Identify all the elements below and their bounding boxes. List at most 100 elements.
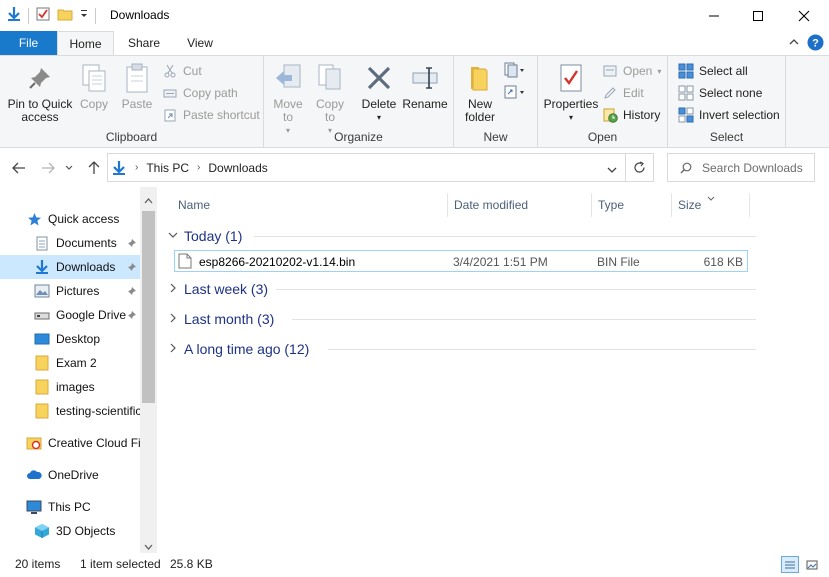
- column-header-type[interactable]: Type: [592, 193, 672, 217]
- sidebar-item-images[interactable]: images: [0, 375, 140, 399]
- copy-to-button[interactable]: Copy to ▾: [312, 62, 348, 137]
- forward-button[interactable]: [38, 158, 58, 178]
- group-header-long-time-ago[interactable]: A long time ago (12): [166, 337, 756, 361]
- up-arrow-icon: [88, 161, 100, 174]
- edit-button[interactable]: Edit: [602, 83, 644, 103]
- open-group-label: Open: [587, 130, 618, 144]
- group-header-last-week[interactable]: Last week (3): [166, 277, 756, 301]
- details-view-button[interactable]: [781, 556, 799, 573]
- file-row[interactable]: esp8266-20210202-v1.14.bin 3/4/2021 1:51…: [174, 250, 748, 272]
- navigation-pane-scrollbar[interactable]: [140, 187, 157, 553]
- collapse-ribbon-chevron-icon[interactable]: [788, 36, 800, 51]
- up-button[interactable]: [84, 158, 104, 178]
- close-icon: [798, 10, 810, 21]
- sidebar-item-exam-2[interactable]: Exam 2: [0, 351, 140, 375]
- refresh-button[interactable]: [625, 153, 654, 182]
- properties-qat-icon[interactable]: [35, 6, 51, 25]
- sidebar-item-creative-cloud[interactable]: Creative Cloud Fil: [0, 431, 140, 455]
- sidebar-item-this-pc[interactable]: This PC: [0, 495, 140, 519]
- file-icon: [178, 253, 192, 272]
- large-icons-view-button[interactable]: [803, 556, 821, 573]
- new-folder-button[interactable]: New folder: [460, 62, 500, 124]
- sidebar-item-label: images: [56, 380, 95, 394]
- invert-selection-button[interactable]: Invert selection: [678, 105, 780, 125]
- sidebar-item-testing-scientific[interactable]: testing-scientific: [0, 399, 140, 423]
- tab-file[interactable]: File: [0, 31, 57, 55]
- group-divider: [254, 236, 756, 237]
- chevron-right-icon: [166, 283, 180, 296]
- open-button[interactable]: Open ▾: [602, 61, 661, 81]
- back-button[interactable]: [9, 158, 29, 178]
- group-label: A long time ago (12): [184, 341, 310, 357]
- address-bar[interactable]: › This PC › Downloads: [107, 153, 626, 182]
- properties-button[interactable]: Properties ▾: [542, 62, 600, 124]
- scrollbar-thumb[interactable]: [142, 211, 155, 403]
- sidebar-item-downloads[interactable]: Downloads: [0, 255, 140, 279]
- new-folder-qat-icon[interactable]: [57, 6, 73, 25]
- tab-home[interactable]: Home: [57, 31, 114, 56]
- sidebar-item-pictures[interactable]: Pictures: [0, 279, 140, 303]
- organize-group: Move to ▾ Copy to ▾ Delete ▾ Rename Orga…: [264, 56, 454, 148]
- column-header-name[interactable]: Name: [172, 193, 448, 217]
- pictures-icon: [34, 283, 50, 299]
- sidebar-item-label: Google Drive: [56, 308, 127, 322]
- sidebar-item-label: testing-scientific: [56, 404, 140, 418]
- sidebar-item-google-drive[interactable]: Google Drive: [0, 303, 140, 327]
- select-group: Select all Select none Invert selection …: [668, 56, 786, 148]
- scroll-up-icon[interactable]: [144, 193, 153, 207]
- breadcrumb-this-pc[interactable]: This PC: [146, 161, 189, 175]
- sidebar-item-onedrive[interactable]: OneDrive: [0, 463, 140, 487]
- refresh-icon: [634, 161, 645, 173]
- new-item-icon[interactable]: [504, 62, 526, 81]
- paste-button[interactable]: Paste: [118, 62, 156, 111]
- divider: [95, 7, 96, 24]
- explorer-download-icon[interactable]: [6, 6, 22, 25]
- sidebar-item-desktop[interactable]: Desktop: [0, 327, 140, 351]
- tab-share[interactable]: Share: [118, 31, 170, 55]
- rename-button[interactable]: Rename: [402, 62, 448, 111]
- tab-view[interactable]: View: [176, 31, 224, 55]
- group-header-today[interactable]: Today (1): [166, 224, 756, 248]
- column-header-date-modified[interactable]: Date modified: [448, 193, 592, 217]
- help-icon[interactable]: ?: [807, 34, 824, 54]
- invert-selection-icon: [678, 107, 694, 123]
- copy-button[interactable]: Copy: [76, 62, 112, 111]
- select-all-icon: [678, 63, 694, 79]
- select-none-icon: [678, 85, 694, 101]
- chevron-down-icon: [166, 230, 180, 242]
- paste-label: Paste: [121, 97, 153, 111]
- recent-locations-button[interactable]: [62, 158, 76, 178]
- select-none-button[interactable]: Select none: [678, 83, 762, 103]
- sidebar-item-3d-objects[interactable]: 3D Objects: [0, 519, 140, 543]
- svg-text:?: ?: [812, 38, 819, 50]
- maximize-button[interactable]: [735, 0, 781, 31]
- edit-label: Edit: [623, 86, 644, 100]
- search-input[interactable]: Search Downloads: [702, 161, 803, 175]
- file-list: Name Date modified Type Size Today (1) e…: [158, 187, 829, 553]
- easy-access-icon[interactable]: [504, 84, 526, 103]
- delete-button[interactable]: Delete ▾: [360, 62, 398, 124]
- breadcrumb-downloads[interactable]: Downloads: [208, 161, 267, 175]
- close-button[interactable]: [781, 0, 827, 31]
- search-icon: [680, 162, 692, 174]
- paste-shortcut-button[interactable]: Paste shortcut: [162, 105, 260, 125]
- clipboard-group: Pin to Quick access Copy Paste Cut Copy …: [0, 56, 264, 148]
- minimize-button[interactable]: [691, 0, 737, 31]
- rename-label: Rename: [402, 97, 448, 111]
- select-all-button[interactable]: Select all: [678, 61, 748, 81]
- group-header-last-month[interactable]: Last month (3): [166, 307, 756, 331]
- customize-qat-chevron-icon[interactable]: [79, 6, 89, 25]
- history-button[interactable]: History: [602, 105, 660, 125]
- pin-to-quick-access-button[interactable]: Pin to Quick access: [4, 62, 76, 124]
- scroll-down-icon[interactable]: [144, 539, 153, 553]
- sidebar-item-label: Quick access: [48, 212, 120, 226]
- folder-icon: [464, 62, 496, 94]
- cut-button[interactable]: Cut: [162, 61, 202, 81]
- search-box[interactable]: Search Downloads: [667, 153, 815, 182]
- group-label: Last week (3): [184, 281, 269, 297]
- address-history-chevron-icon[interactable]: [607, 163, 617, 177]
- copy-path-button[interactable]: Copy path: [162, 83, 238, 103]
- move-to-button[interactable]: Move to ▾: [270, 62, 306, 137]
- sidebar-item-quick-access[interactable]: Quick access: [0, 207, 140, 231]
- sidebar-item-documents[interactable]: Documents: [0, 231, 140, 255]
